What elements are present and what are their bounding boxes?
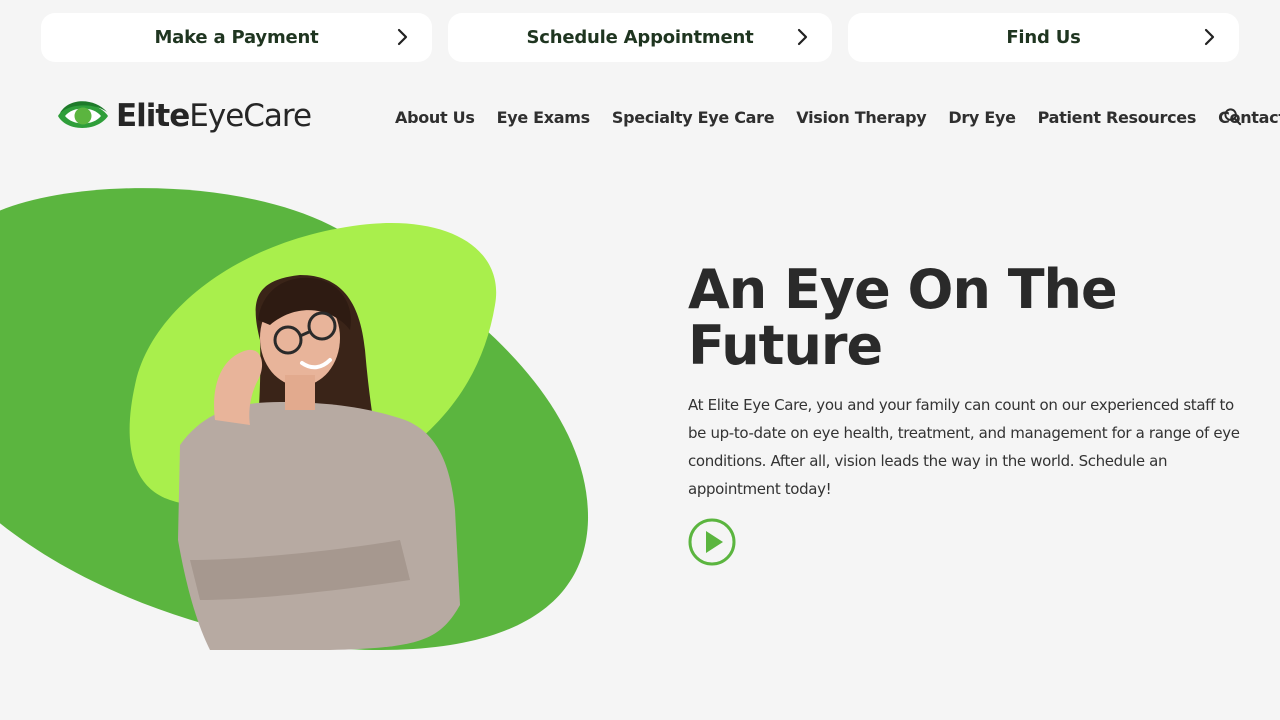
nav-item-about-us[interactable]: About Us <box>395 108 475 127</box>
nav-item-dry-eye[interactable]: Dry Eye <box>948 108 1016 127</box>
chevron-right-icon <box>1204 28 1215 46</box>
logo-name-bold: Elite <box>116 98 190 134</box>
site-logo[interactable]: EliteEyeCare <box>57 96 312 136</box>
chevron-right-icon <box>797 28 808 46</box>
find-us-label: Find Us <box>1006 27 1081 48</box>
quick-actions-bar: Make a Payment Schedule Appointment Find… <box>41 13 1239 62</box>
hero-description: At Elite Eye Care, you and your family c… <box>688 396 1240 498</box>
schedule-appointment-button[interactable]: Schedule Appointment <box>448 13 832 62</box>
hero-title-line2: Future <box>688 314 883 377</box>
schedule-appointment-label: Schedule Appointment <box>526 27 754 48</box>
nav-item-specialty-eye-care[interactable]: Specialty Eye Care <box>612 108 775 127</box>
chevron-right-icon <box>397 28 408 46</box>
hero-title: An Eye On The Future <box>688 262 1248 374</box>
nav-item-vision-therapy[interactable]: Vision Therapy <box>796 108 926 127</box>
eye-logo-icon <box>58 101 108 128</box>
logo-wordmark: EliteEyeCare <box>116 98 312 134</box>
nav-item-eye-exams[interactable]: Eye Exams <box>497 108 591 127</box>
site-header: EliteEyeCare About Us Eye Exams Specialt… <box>0 92 1280 142</box>
make-payment-button[interactable]: Make a Payment <box>41 13 432 62</box>
play-icon <box>706 531 723 553</box>
hero-title-line1: An Eye On The <box>688 258 1118 321</box>
logo-name-regular: EyeCare <box>189 98 312 134</box>
search-icon[interactable] <box>1223 107 1242 126</box>
nav-item-patient-resources[interactable]: Patient Resources <box>1038 108 1197 127</box>
find-us-button[interactable]: Find Us <box>848 13 1239 62</box>
hero-illustration <box>0 188 589 650</box>
main-nav: About Us Eye Exams Specialty Eye Care Vi… <box>395 104 1280 130</box>
make-payment-label: Make a Payment <box>154 27 319 48</box>
play-video-button[interactable] <box>688 518 736 566</box>
